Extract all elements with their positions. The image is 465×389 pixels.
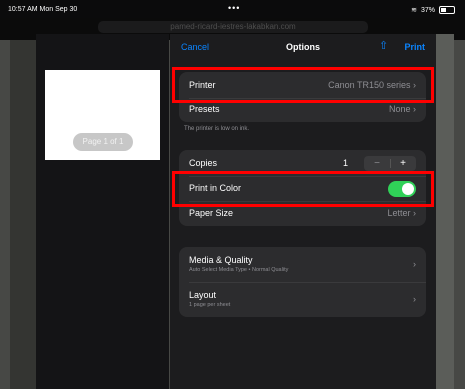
chevron-right-icon: › bbox=[413, 208, 416, 218]
paper-size-value: Letter › bbox=[387, 208, 416, 218]
chevron-right-icon: › bbox=[413, 104, 416, 114]
print-button[interactable]: Print bbox=[404, 42, 425, 52]
page-count-badge: Page 1 of 1 bbox=[73, 133, 133, 151]
layout-subtitle: 1 page per sheet bbox=[189, 302, 231, 308]
divider bbox=[189, 282, 426, 283]
paper-size-label: Paper Size bbox=[189, 208, 234, 218]
battery-percent: 37% bbox=[420, 6, 435, 14]
options-nav-bar: Cancel Options ⇧ Print bbox=[170, 34, 436, 60]
media-quality-subtitle: Auto Select Media Type • Normal Quality bbox=[189, 267, 289, 273]
share-icon[interactable]: ⇧ bbox=[379, 39, 388, 52]
low-ink-note: The printer is low on ink. bbox=[184, 126, 250, 132]
increment-button[interactable]: + bbox=[390, 156, 416, 171]
status-right: ≋ 37% bbox=[411, 6, 455, 14]
media-quality-row[interactable]: Media & Quality Auto Select Media Type •… bbox=[179, 249, 426, 281]
web-page-right-strip bbox=[436, 34, 454, 389]
copies-label: Copies bbox=[189, 158, 218, 168]
wifi-icon: ≋ bbox=[411, 7, 417, 14]
printer-highlight-box bbox=[172, 67, 434, 103]
media-group: Media & Quality Auto Select Media Type •… bbox=[179, 247, 426, 317]
print-in-color-highlight-box bbox=[172, 171, 434, 207]
chevron-right-icon: › bbox=[413, 259, 416, 269]
battery-icon bbox=[439, 6, 455, 14]
options-title: Options bbox=[286, 42, 320, 52]
layout-row[interactable]: Layout 1 page per sheet › bbox=[179, 284, 426, 316]
copies-value: 1 bbox=[342, 158, 348, 168]
decrement-button[interactable]: − bbox=[364, 156, 390, 171]
layout-label: Layout bbox=[189, 290, 217, 300]
presets-value: None › bbox=[388, 104, 416, 114]
presets-label: Presets bbox=[189, 104, 220, 114]
multitask-dots[interactable]: ••• bbox=[228, 3, 240, 13]
media-quality-label: Media & Quality bbox=[189, 255, 253, 265]
chevron-right-icon: › bbox=[413, 294, 416, 304]
copies-stepper[interactable]: − + bbox=[364, 156, 416, 171]
status-bar: 10:57 AM Mon Sep 30 ••• ≋ 37% bbox=[0, 0, 465, 18]
status-time: 10:57 AM Mon Sep 30 bbox=[8, 6, 78, 13]
